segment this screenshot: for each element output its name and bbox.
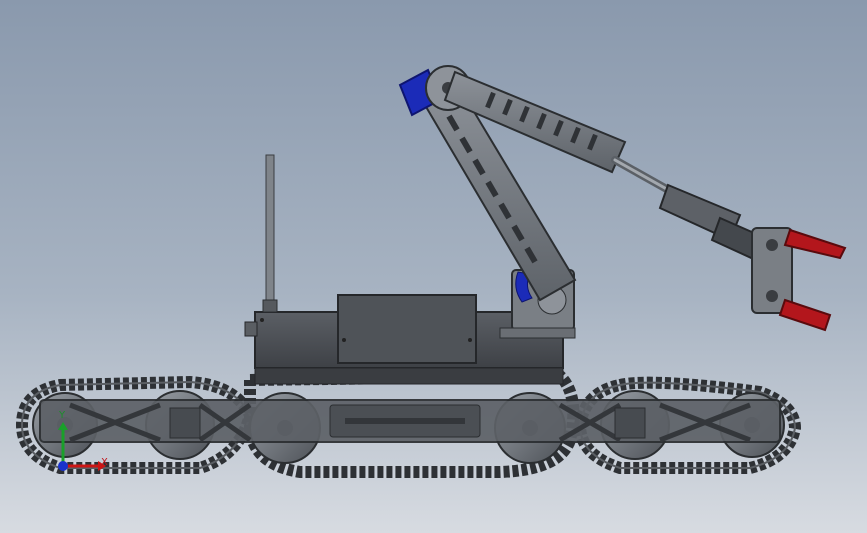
extension-rod [611,156,676,196]
chassis-frame [39,399,781,443]
cad-viewport[interactable]: X Y [0,0,867,533]
robot-model [15,65,847,478]
lower-jaw [778,298,832,332]
gripper [751,227,847,332]
axis-y-label: Y [59,410,66,421]
upper-jaw [783,228,847,260]
axis-x-label: X [101,457,108,468]
antenna [262,154,278,313]
